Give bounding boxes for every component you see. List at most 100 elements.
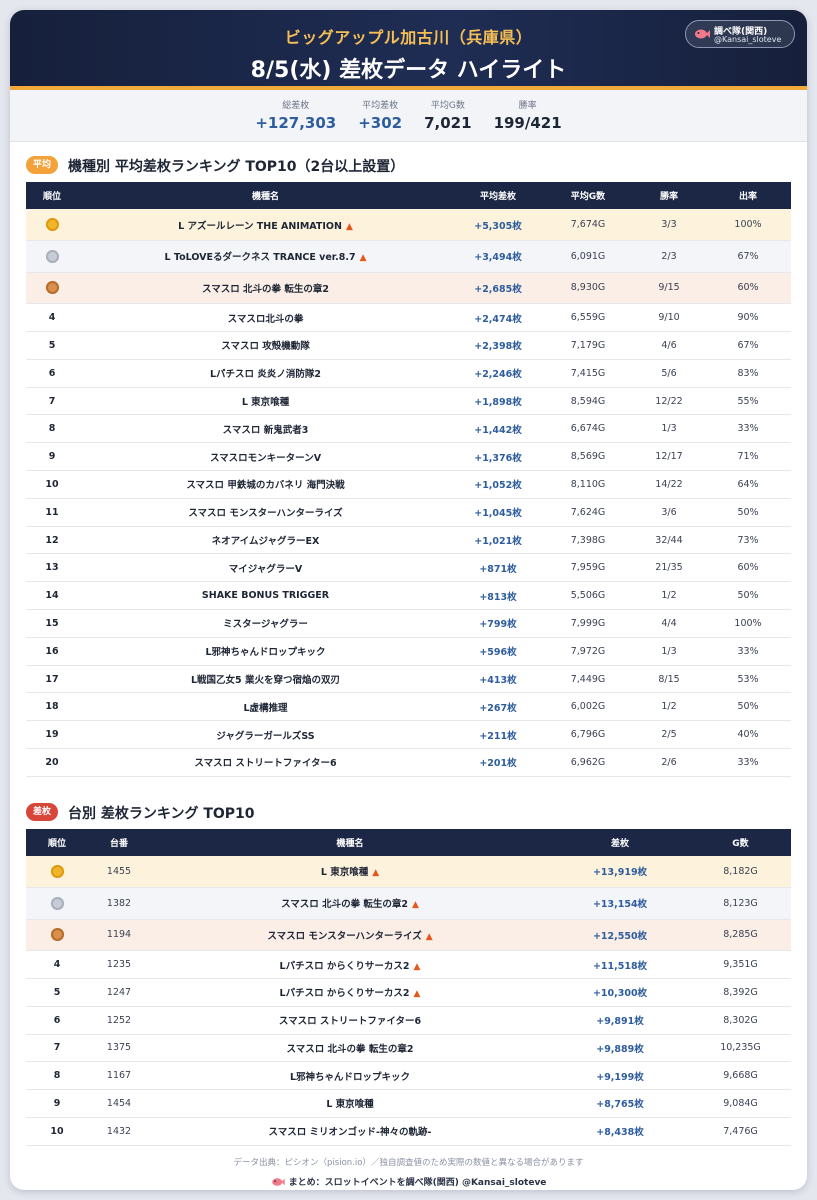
- avg-games-cell: 6,796G: [543, 720, 633, 750]
- table-row[interactable]: 20 スマスロ ストリートファイター6 +201枚 6,962G 2/6 33%: [26, 748, 791, 777]
- table-row[interactable]: 19 ジャグラーガールズSS +211枚 6,796G 2/5 40%: [26, 720, 791, 750]
- column-header: G数: [690, 828, 791, 856]
- win-cell: 1/2: [633, 581, 705, 611]
- rank-number: 9: [48, 451, 56, 463]
- win-cell: 32/44: [633, 526, 705, 555]
- model-name: スマスロ 甲鉄城のカバネリ 海門決戦: [186, 480, 345, 492]
- avg-games-cell: 7,449G: [543, 665, 633, 694]
- table-row[interactable]: 8 スマスロ 新鬼武者3 +1,442枚 6,674G 1/3 33%: [26, 414, 791, 444]
- model-name: Lパチスロ からくりサーカス2: [279, 960, 410, 972]
- win-cell: 3/3: [633, 209, 705, 242]
- model-name: スマスロ 新鬼武者3: [222, 424, 309, 436]
- table-row[interactable]: 10 スマスロ 甲鉄城のカバネリ 海門決戦 +1,052枚 8,110G 14/22 64…: [26, 470, 791, 499]
- model-name: スマスロ 北斗の拳 転生の章2: [202, 283, 329, 295]
- model-name: L アズールレーン THE ANIMATION: [178, 220, 342, 232]
- payout-rate-cell: 71%: [705, 442, 791, 472]
- model-name-cell: スマスロ ストリートファイター6: [78, 748, 453, 777]
- games-cell: 9,084G: [690, 1089, 791, 1118]
- table-row[interactable]: 11 スマスロ モンスターハンターライズ +1,045枚 7,624G 3/6 50%: [26, 498, 791, 527]
- diff-cell: +10,300枚: [550, 978, 690, 1007]
- avg-games-cell: 8,110G: [543, 470, 633, 499]
- table-row[interactable]: 5 スマスロ 攻殻機動隊 +2,398枚 7,179G 4/6 67%: [26, 331, 791, 360]
- model-name: スマスロ 北斗の拳 転生の章2: [286, 1043, 414, 1055]
- payout-rate-cell: 64%: [705, 470, 791, 499]
- table-row[interactable]: 9 1454 L 東京喰種 +8,765枚 9,084G: [26, 1089, 791, 1118]
- unit-number-cell: 1382: [88, 887, 150, 920]
- table-row[interactable]: 10 1432 スマスロ ミリオンゴッド-神々の軌跡- +8,438枚 7,476G: [26, 1117, 791, 1146]
- table-row[interactable]: L ToLOVEるダークネス TRANCE ver.8.7 ▲ +3,494枚 6,0…: [26, 240, 791, 273]
- payout-rate-cell: 60%: [705, 553, 791, 583]
- diff-cell: +13,919枚: [550, 855, 690, 888]
- payout-rate-cell: 60%: [705, 272, 791, 305]
- model-ranking-table: 順位 機種名 平均差枚 平均G数 勝率 出率 L アズールレーン THE ANIMATIO…: [26, 182, 791, 777]
- table-row[interactable]: 5 1247 Lパチスロ からくりサーカス2 ▲ +10,300枚 8,392G: [26, 978, 791, 1007]
- table-row[interactable]: 8 1167 L邪神ちゃんドロップキック +9,199枚 9,668G: [26, 1061, 791, 1091]
- payout-rate-cell: 40%: [705, 720, 791, 750]
- unit-number-cell: 1432: [88, 1117, 150, 1146]
- author-handle: @Kansai_sloteve: [714, 35, 782, 44]
- payout-rate-cell: 55%: [705, 387, 791, 416]
- model-name-cell: L 東京喰種: [78, 387, 453, 416]
- avg-games-cell: 8,569G: [543, 442, 633, 472]
- table-row[interactable]: 17 L戦国乙女5 業火を穿つ宿焔の双刃 +413枚 7,449G 8/15 53%: [26, 665, 791, 694]
- model-name: スマスロ ストリートファイター6: [278, 1016, 422, 1028]
- table-row[interactable]: 13 マイジャグラーV +871枚 7,959G 21/35 60%: [26, 553, 791, 583]
- avg-diff-cell: +2,685枚: [453, 272, 543, 305]
- unit-number-cell: 1455: [88, 855, 150, 888]
- avg-games-cell: 8,930G: [543, 272, 633, 305]
- table-row[interactable]: 14 SHAKE BONUS TRIGGER +813枚 5,506G 1/2 50%: [26, 581, 791, 611]
- avg-games-cell: 7,972G: [543, 637, 633, 666]
- table-row[interactable]: 6 Lパチスロ 炎炎ノ消防隊2 +2,246枚 7,415G 5/6 83%: [26, 359, 791, 388]
- table-row[interactable]: 4 スマスロ北斗の拳 +2,474枚 6,559G 9/10 90%: [26, 303, 791, 333]
- diff-cell: +11,518枚: [550, 950, 690, 979]
- table-row[interactable]: 7 L 東京喰種 +1,898枚 8,594G 12/22 55%: [26, 387, 791, 416]
- table-row[interactable]: スマスロ 北斗の拳 転生の章2 +2,685枚 8,930G 9/15 60%: [26, 272, 791, 305]
- rank-cell: 9: [26, 442, 78, 472]
- rank-cell: 6: [26, 359, 78, 388]
- footer-credit[interactable]: まとめ：スロットイベントを調べ隊(関西) @Kansai_sloteve: [10, 1175, 807, 1188]
- win-cell: 1/3: [633, 637, 705, 666]
- table-row[interactable]: 7 1375 スマスロ 北斗の拳 転生の章2 +9,889枚 10,235G: [26, 1034, 791, 1063]
- payout-rate-cell: 90%: [705, 303, 791, 333]
- avg-games-cell: 5,506G: [543, 581, 633, 611]
- avg-diff-cell: +1,898枚: [453, 387, 543, 416]
- model-name-cell: L邪神ちゃんドロップキック: [150, 1061, 550, 1091]
- payout-rate-cell: 50%: [705, 581, 791, 611]
- avg-diff-cell: +799枚: [453, 609, 543, 638]
- table-row[interactable]: L アズールレーン THE ANIMATION ▲ +5,305枚 7,674G 3/3…: [26, 209, 791, 242]
- win-cell: 4/6: [633, 331, 705, 360]
- model-name-cell: Lパチスロ からくりサーカス2 ▲: [150, 978, 550, 1007]
- avg-diff-cell: +2,246枚: [453, 359, 543, 388]
- summary-value: 7,021: [424, 114, 472, 132]
- author-badge[interactable]: 調べ隊(関西) @Kansai_sloteve: [685, 20, 795, 48]
- table-row[interactable]: 1455 L 東京喰種 ▲ +13,919枚 8,182G: [26, 855, 791, 888]
- rank-cell: 16: [26, 637, 78, 666]
- model-name: スマスロ北斗の拳: [227, 313, 304, 325]
- rank-cell: 4: [26, 303, 78, 333]
- model-name: ジャグラーガールズSS: [216, 730, 315, 742]
- summary-item: 勝率 199/421: [494, 98, 562, 141]
- avg-diff-cell: +2,398枚: [453, 331, 543, 360]
- table-row[interactable]: 9 スマスロモンキーターンV +1,376枚 8,569G 12/17 71%: [26, 442, 791, 472]
- table-row[interactable]: 18 L虚構推理 +267枚 6,002G 1/2 50%: [26, 692, 791, 722]
- table-row[interactable]: 4 1235 Lパチスロ からくりサーカス2 ▲ +11,518枚 9,351G: [26, 950, 791, 979]
- table-row[interactable]: 12 ネオアイムジャグラーEX +1,021枚 7,398G 32/44 73%: [26, 526, 791, 555]
- rank-cell: 7: [26, 1034, 88, 1063]
- model-name: L戦国乙女5 業火を穿つ宿焔の双刃: [191, 675, 340, 687]
- rank-number: 5: [48, 339, 56, 351]
- rank-cell: [26, 887, 88, 920]
- table-row[interactable]: 1194 スマスロ モンスターハンターライズ ▲ +12,550枚 8,285G: [26, 919, 791, 952]
- model-name-cell: スマスロ ストリートファイター6: [150, 1006, 550, 1035]
- rank-cell: 11: [26, 498, 78, 527]
- model-name: SHAKE BONUS TRIGGER: [201, 590, 330, 602]
- games-cell: 8,302G: [690, 1006, 791, 1035]
- model-name: Lパチスロ からくりサーカス2: [279, 988, 410, 1000]
- payout-rate-cell: 73%: [705, 526, 791, 555]
- model-name-cell: ジャグラーガールズSS: [78, 720, 453, 750]
- table-row[interactable]: 15 ミスタージャグラー +799枚 7,999G 4/4 100%: [26, 609, 791, 638]
- table-row[interactable]: 6 1252 スマスロ ストリートファイター6 +9,891枚 8,302G: [26, 1006, 791, 1035]
- table-row[interactable]: 1382 スマスロ 北斗の拳 転生の章2 ▲ +13,154枚 8,123G: [26, 887, 791, 920]
- table-row[interactable]: 16 L邪神ちゃんドロップキック +596枚 7,972G 1/3 33%: [26, 637, 791, 666]
- avg-games-cell: 7,179G: [543, 331, 633, 360]
- fire-icon: ▲: [359, 253, 367, 264]
